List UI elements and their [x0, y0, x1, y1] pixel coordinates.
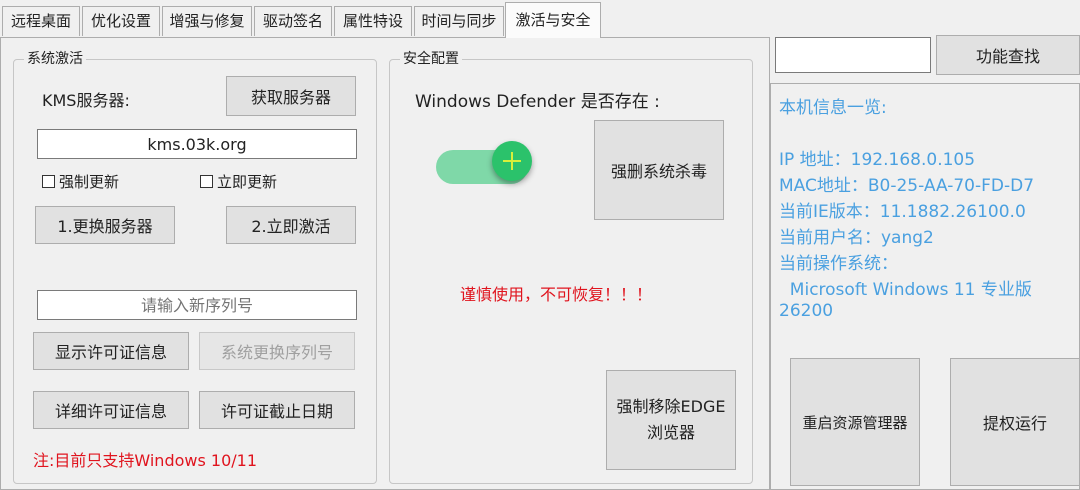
remove-edge-button-line1: 强制移除EDGE	[616, 397, 726, 416]
info-ie-version: 当前IE版本：11.1882.26100.0	[779, 202, 1026, 222]
change-server-button[interactable]: 1.更换服务器	[35, 206, 175, 244]
kms-server-input[interactable]	[37, 129, 357, 159]
security-config-legend: 安全配置	[400, 50, 462, 68]
function-search-input[interactable]	[775, 37, 931, 73]
plus-icon	[503, 152, 521, 170]
elevate-run-button[interactable]: 提权运行	[950, 358, 1080, 486]
tab-activation-security[interactable]: 激活与安全	[505, 2, 601, 38]
tab-bar: 远程桌面 优化设置 增强与修复 驱动签名 属性特设 时间与同步 激活与安全	[0, 0, 1080, 38]
defender-toggle-knob[interactable]	[492, 141, 532, 181]
show-license-button[interactable]: 显示许可证信息	[33, 332, 189, 370]
get-server-button[interactable]: 获取服务器	[226, 76, 356, 116]
info-os-build: 26200	[779, 301, 834, 321]
system-activation-legend: 系统激活	[24, 50, 86, 68]
tab-remote-desktop[interactable]: 远程桌面	[2, 6, 80, 36]
tab-driver-sign[interactable]: 驱动签名	[254, 6, 332, 36]
info-username: 当前用户名：yang2	[779, 228, 934, 248]
force-delete-antivirus-button[interactable]: 强删系统杀毒	[594, 120, 724, 220]
info-ip: IP 地址：192.168.0.105	[779, 150, 976, 170]
force-update-checkbox-box[interactable]	[42, 175, 55, 188]
change-serial-button[interactable]: 系统更换序列号	[199, 332, 355, 370]
detail-license-button[interactable]: 详细许可证信息	[33, 391, 189, 429]
tab-time-sync[interactable]: 时间与同步	[414, 6, 504, 36]
force-update-label: 强制更新	[59, 173, 120, 191]
info-os-name: Microsoft Windows 11 专业版	[779, 280, 1032, 300]
tab-optimize[interactable]: 优化设置	[82, 6, 160, 36]
remove-edge-button-line2: 浏览器	[646, 423, 695, 442]
kms-server-label: KMS服务器:	[42, 91, 130, 110]
info-os-label: 当前操作系统：	[779, 254, 898, 274]
force-update-checkbox[interactable]: 强制更新	[42, 171, 119, 192]
machine-info-panel: 本机信息一览: IP 地址：192.168.0.105 MAC地址：B0-25-…	[770, 83, 1080, 490]
tab-properties[interactable]: 属性特设	[334, 6, 412, 36]
defender-label: Windows Defender 是否存在 :	[415, 92, 660, 112]
instant-update-label: 立即更新	[217, 173, 278, 191]
instant-update-checkbox[interactable]: 立即更新	[200, 171, 277, 192]
remove-edge-button[interactable]: 强制移除EDGE 浏览器	[606, 370, 736, 470]
support-note: 注:目前只支持Windows 10/11	[33, 451, 258, 470]
function-search-button[interactable]: 功能查找	[936, 35, 1080, 75]
instant-update-checkbox-box[interactable]	[200, 175, 213, 188]
license-expiry-button[interactable]: 许可证截止日期	[199, 391, 355, 429]
warning-text: 谨慎使用，不可恢复！！！	[460, 285, 653, 304]
info-title: 本机信息一览:	[779, 98, 887, 118]
tab-enhance-repair[interactable]: 增强与修复	[162, 6, 252, 36]
activate-now-button[interactable]: 2.立即激活	[226, 206, 356, 244]
serial-input[interactable]	[37, 290, 357, 320]
info-mac: MAC地址：B0-25-AA-70-FD-D7	[779, 176, 1035, 196]
restart-explorer-button[interactable]: 重启资源管理器	[790, 358, 920, 486]
